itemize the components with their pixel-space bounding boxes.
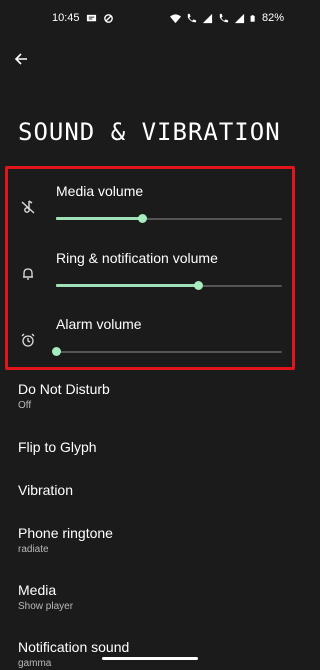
- call-icon: [219, 13, 229, 22]
- call-icon: [187, 13, 197, 22]
- back-button[interactable]: [10, 48, 32, 70]
- alarm-clock-icon: [21, 333, 35, 347]
- alarm-volume-slider[interactable]: [52, 346, 282, 358]
- do-not-disturb-item[interactable]: Do Not Disturb Off: [18, 380, 288, 412]
- battery-percent: 82%: [261, 12, 284, 24]
- flip-to-glyph-item[interactable]: Flip to Glyph: [18, 438, 288, 456]
- status-bar: 10:45 82%: [0, 0, 300, 36]
- alarm-volume-label: Alarm volume: [56, 316, 142, 332]
- bell-icon: [23, 268, 33, 280]
- phone-ringtone-item[interactable]: Phone ringtone radiate: [18, 524, 288, 556]
- item-title: Phone ringtone: [18, 525, 113, 541]
- arrow-left-icon: [14, 53, 27, 65]
- sync-icon: [103, 13, 113, 23]
- slider-thumb[interactable]: [52, 347, 61, 356]
- item-subtitle: Off: [18, 400, 32, 411]
- ring-volume-slider[interactable]: [56, 280, 282, 292]
- media-volume-slider[interactable]: [56, 213, 282, 225]
- item-title: Media: [18, 582, 57, 598]
- item-subtitle: radiate: [18, 544, 49, 555]
- alarm-volume-row: Alarm volume: [8, 316, 292, 376]
- media-item[interactable]: Media Show player: [18, 581, 288, 613]
- status-right: 82%: [169, 12, 284, 24]
- item-title: Do Not Disturb: [18, 381, 110, 397]
- page-title: SOUND & VIBRATION: [18, 118, 281, 146]
- message-icon: [86, 14, 96, 21]
- signal-icon: [234, 13, 245, 23]
- slider-fill: [56, 284, 199, 287]
- slider-thumb[interactable]: [137, 214, 147, 223]
- slider-fill: [56, 217, 142, 220]
- ring-volume-label: Ring & notification volume: [56, 250, 218, 266]
- media-muted-icon: [21, 200, 35, 214]
- slider-track: [56, 351, 282, 353]
- item-title: Vibration: [18, 482, 74, 498]
- item-subtitle: Show player: [18, 601, 74, 612]
- item-title: Notification sound: [18, 639, 130, 655]
- battery-icon: [250, 14, 255, 22]
- navigation-handle[interactable]: [102, 657, 198, 660]
- media-volume-label: Media volume: [56, 183, 144, 199]
- notification-sound-item[interactable]: Notification sound gamma: [18, 638, 288, 670]
- volume-section: Media volume Ring & notification volume …: [5, 166, 295, 370]
- item-title: Flip to Glyph: [18, 439, 97, 455]
- status-left: 10:45: [52, 12, 114, 24]
- media-volume-row: Media volume: [8, 183, 292, 243]
- signal-icon: [202, 13, 213, 23]
- wifi-icon: [169, 13, 181, 23]
- status-time: 10:45: [52, 12, 80, 24]
- vibration-item[interactable]: Vibration: [18, 481, 288, 499]
- ring-volume-row: Ring & notification volume: [8, 250, 292, 310]
- slider-thumb[interactable]: [194, 281, 204, 290]
